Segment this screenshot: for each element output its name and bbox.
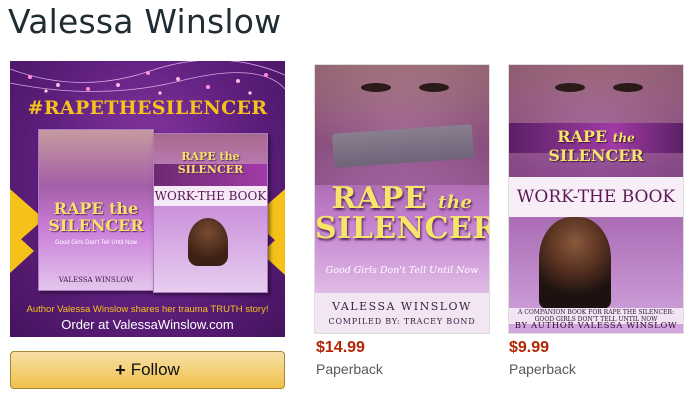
book-1-price[interactable]: $14.99: [316, 339, 365, 357]
promo-book-2-title: RAPE the SILENCER: [177, 150, 244, 176]
follow-button[interactable]: + Follow: [10, 351, 285, 389]
promo-caption: Author Valessa Winslow shares her trauma…: [26, 304, 269, 315]
promo-hashtag: #RAPETHESILENCER: [27, 97, 268, 119]
promo-book-2-work-title: WORK-THE BOOK: [154, 186, 267, 206]
book-2-title: RAPE the SILENCER: [548, 127, 644, 165]
book-1-subtitle: Good Girls Don't Tell Until Now: [325, 265, 479, 276]
book-2-byline: BY AUTHOR VALESSA WINSLOW: [514, 321, 678, 331]
promo-book-cover-2: RAPE the SILENCER WORK-THE BOOK: [153, 133, 268, 293]
promo-order-text: Order at ValessaWinslow.com: [61, 317, 234, 332]
book-cover-work-the-book[interactable]: RAPE the SILENCER WORK-THE BOOK A COMPAN…: [508, 64, 684, 334]
promo-book-1-subtitle: Good Girls Don't Tell Until Now: [54, 240, 138, 246]
promo-book-1-title: RAPE the SILENCER: [48, 199, 144, 235]
author-name-heading: Valessa Winslow: [8, 2, 282, 41]
book-1-format[interactable]: Paperback: [316, 361, 383, 377]
cover-eye-shape: [613, 83, 643, 92]
promo-book-cover-1: RAPE the SILENCER Good Girls Don't Tell U…: [38, 129, 154, 291]
cover-eye-shape: [419, 83, 449, 92]
author-portrait-image: [188, 218, 228, 266]
book-2-price[interactable]: $9.99: [509, 339, 549, 357]
author-promo-banner[interactable]: #RAPETHESILENCER RAPE the SILENCER Good G…: [10, 61, 285, 337]
book-1-compiled-by: COMPILED BY: TRACEY BOND: [328, 317, 476, 326]
ray-decoration: [10, 229, 34, 273]
book-cover-rape-the-silencer[interactable]: RAPE the SILENCER Good Girls Don't Tell …: [314, 64, 490, 334]
plus-icon: +: [115, 359, 126, 380]
book-2-work-title: WORK-THE BOOK: [509, 177, 683, 217]
book-2-format[interactable]: Paperback: [509, 361, 576, 377]
book-1-title-line2: SILENCER: [315, 211, 490, 246]
follow-button-label: Follow: [130, 360, 180, 379]
promo-book-1-author: VALESSA WINSLOW: [58, 276, 134, 284]
book-1-author-band: VALESSA WINSLOW COMPILED BY: TRACEY BOND: [315, 293, 489, 333]
author-portrait-image: [539, 217, 611, 309]
book-1-author: VALESSA WINSLOW: [332, 300, 472, 313]
cover-eye-shape: [361, 83, 391, 92]
cover-eye-shape: [555, 83, 585, 92]
